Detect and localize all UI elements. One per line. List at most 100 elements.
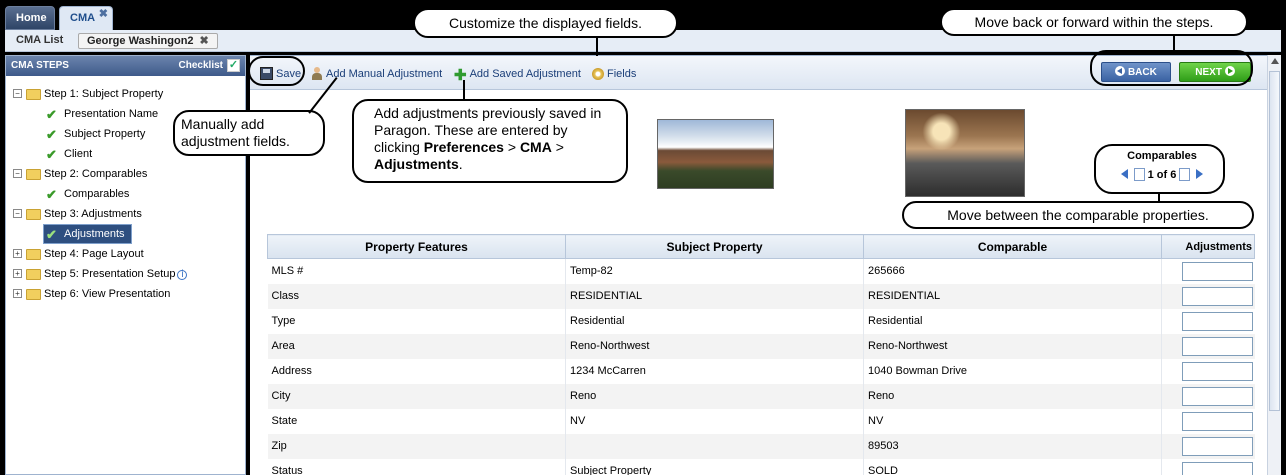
save-highlight-ring bbox=[248, 56, 305, 86]
adjustment-input[interactable] bbox=[1181, 286, 1253, 306]
expand-icon[interactable]: + bbox=[13, 269, 22, 278]
table-row: Address 1234 McCarren 1040 Bowman Drive bbox=[267, 358, 1255, 384]
comparable-cell: 1040 Bowman Drive bbox=[863, 358, 1162, 384]
step-label: Step 6: View Presentation bbox=[44, 288, 171, 300]
checklist-checkbox[interactable]: ✓ bbox=[227, 59, 240, 72]
adjustment-input[interactable] bbox=[1181, 311, 1253, 331]
adjustment-cell bbox=[1161, 283, 1255, 309]
subject-cell: Subject Property bbox=[565, 458, 864, 475]
info-icon[interactable]: i bbox=[177, 270, 188, 280]
tree-step-5[interactable]: + Step 5: Presentation Setup i bbox=[6, 264, 245, 284]
adjustment-cell bbox=[1161, 333, 1255, 359]
header-subject-property: Subject Property bbox=[565, 234, 864, 259]
subject-property-photo bbox=[657, 119, 774, 189]
feature-cell: Type bbox=[267, 308, 566, 334]
step-label: Step 5: Presentation Setup bbox=[44, 268, 176, 280]
open-record-chip[interactable]: George Washingon2 ✖ bbox=[78, 33, 218, 49]
step-label: Step 1: Subject Property bbox=[44, 88, 164, 100]
callout-comparables-ring bbox=[1094, 144, 1225, 194]
adjustment-input[interactable] bbox=[1181, 436, 1253, 456]
tree-item-adjustments[interactable]: ✔ Adjustments bbox=[6, 224, 245, 244]
callout-steps: Move back or forward within the steps. bbox=[940, 8, 1248, 36]
folder-icon bbox=[26, 209, 41, 220]
callout-saved-sep: > bbox=[503, 139, 520, 155]
subject-cell: 1234 McCarren bbox=[565, 358, 864, 384]
folder-icon bbox=[26, 269, 41, 280]
comparable-cell: 89503 bbox=[863, 433, 1162, 459]
adjustment-cell bbox=[1162, 359, 1255, 384]
tab-home[interactable]: Home bbox=[5, 6, 55, 30]
person-icon bbox=[311, 67, 323, 80]
scroll-thumb[interactable] bbox=[1269, 71, 1280, 411]
adjustment-cell bbox=[1162, 309, 1255, 334]
vertical-scrollbar[interactable] bbox=[1267, 55, 1281, 475]
collapse-icon[interactable]: − bbox=[13, 209, 22, 218]
collapse-icon[interactable]: − bbox=[13, 169, 22, 178]
table-row: Class RESIDENTIAL RESIDENTIAL bbox=[267, 283, 1255, 309]
folder-icon bbox=[26, 169, 41, 180]
step-label: Step 2: Comparables bbox=[44, 168, 148, 180]
item-label: Client bbox=[64, 148, 93, 160]
tree-step-4[interactable]: + Step 4: Page Layout bbox=[6, 244, 245, 264]
expand-icon[interactable]: + bbox=[13, 249, 22, 258]
pointer-line bbox=[1173, 36, 1175, 50]
adjustment-cell bbox=[1161, 433, 1255, 459]
fields-button[interactable]: Fields bbox=[592, 66, 636, 82]
table-row: State NV NV bbox=[267, 408, 1255, 434]
comparable-property-photo bbox=[905, 109, 1025, 197]
step-label: Step 3: Adjustments bbox=[44, 208, 142, 220]
expand-icon[interactable]: + bbox=[13, 289, 22, 298]
adjustment-input[interactable] bbox=[1181, 361, 1253, 381]
sidebar-header: CMA STEPS Checklist ✓ bbox=[6, 56, 245, 76]
cma-list-link[interactable]: CMA List bbox=[16, 34, 63, 46]
folder-icon bbox=[26, 289, 41, 300]
tab-cma[interactable]: CMA ✖ bbox=[59, 6, 113, 30]
pointer-line bbox=[596, 38, 598, 56]
comparable-cell: RESIDENTIAL bbox=[863, 283, 1162, 309]
subject-cell: NV bbox=[565, 408, 864, 434]
tree-item-comparables[interactable]: ✔ Comparables bbox=[6, 184, 245, 204]
feature-cell: City bbox=[267, 383, 566, 409]
check-icon: ✔ bbox=[46, 227, 57, 242]
callout-saved: Add adjustments previously saved in Para… bbox=[352, 99, 628, 183]
table-row: City Reno Reno bbox=[267, 383, 1255, 409]
folder-icon bbox=[26, 249, 41, 260]
item-label: Subject Property bbox=[64, 128, 146, 140]
subject-cell: Residential bbox=[565, 308, 864, 334]
pointer-line bbox=[1158, 194, 1160, 202]
adjustment-input[interactable] bbox=[1181, 386, 1253, 406]
callout-saved-sep2: > bbox=[551, 139, 564, 155]
adjustment-input[interactable] bbox=[1181, 461, 1253, 475]
feature-cell: Zip bbox=[267, 433, 566, 459]
add-manual-label: Add Manual Adjustment bbox=[326, 68, 443, 80]
header-comparable: Comparable bbox=[863, 234, 1162, 259]
adjustment-cell bbox=[1162, 459, 1255, 475]
feature-cell: Address bbox=[267, 358, 566, 384]
add-saved-adjustment-button[interactable]: ✚ Add Saved Adjustment bbox=[454, 66, 581, 83]
subject-cell bbox=[565, 433, 864, 459]
table-row: Status Subject Property SOLD bbox=[267, 458, 1255, 475]
add-manual-adjustment-button[interactable]: Add Manual Adjustment bbox=[311, 66, 442, 82]
adjustment-input[interactable] bbox=[1181, 261, 1253, 281]
collapse-icon[interactable]: − bbox=[13, 89, 22, 98]
close-icon[interactable]: ✖ bbox=[99, 3, 108, 25]
callout-saved-adj: Adjustments bbox=[374, 156, 459, 172]
scroll-up-icon[interactable] bbox=[1271, 58, 1279, 64]
tree-step-6[interactable]: + Step 6: View Presentation bbox=[6, 284, 245, 304]
adjustments-table: Property Features Subject Property Compa… bbox=[267, 234, 1255, 475]
table-body: MLS # Temp-82 265666 Class RESIDENTIAL RESIDE… bbox=[267, 258, 1255, 475]
tree-step-3[interactable]: − Step 3: Adjustments bbox=[6, 204, 245, 224]
check-icon: ✔ bbox=[46, 147, 57, 162]
tree-step-1[interactable]: − Step 1: Subject Property bbox=[6, 84, 245, 104]
callout-fields: Customize the displayed fields. bbox=[413, 8, 678, 38]
tree-step-2[interactable]: − Step 2: Comparables bbox=[6, 164, 245, 184]
comparable-cell: Reno bbox=[863, 383, 1162, 409]
adjustment-input[interactable] bbox=[1181, 411, 1253, 431]
close-icon[interactable]: ✖ bbox=[200, 35, 209, 47]
check-icon: ✔ bbox=[46, 127, 57, 142]
fields-label: Fields bbox=[607, 68, 637, 80]
feature-cell: State bbox=[267, 408, 566, 434]
subject-cell: Temp-82 bbox=[565, 258, 864, 284]
adjustment-input[interactable] bbox=[1181, 336, 1253, 356]
comparable-cell: Reno-Northwest bbox=[863, 333, 1162, 359]
